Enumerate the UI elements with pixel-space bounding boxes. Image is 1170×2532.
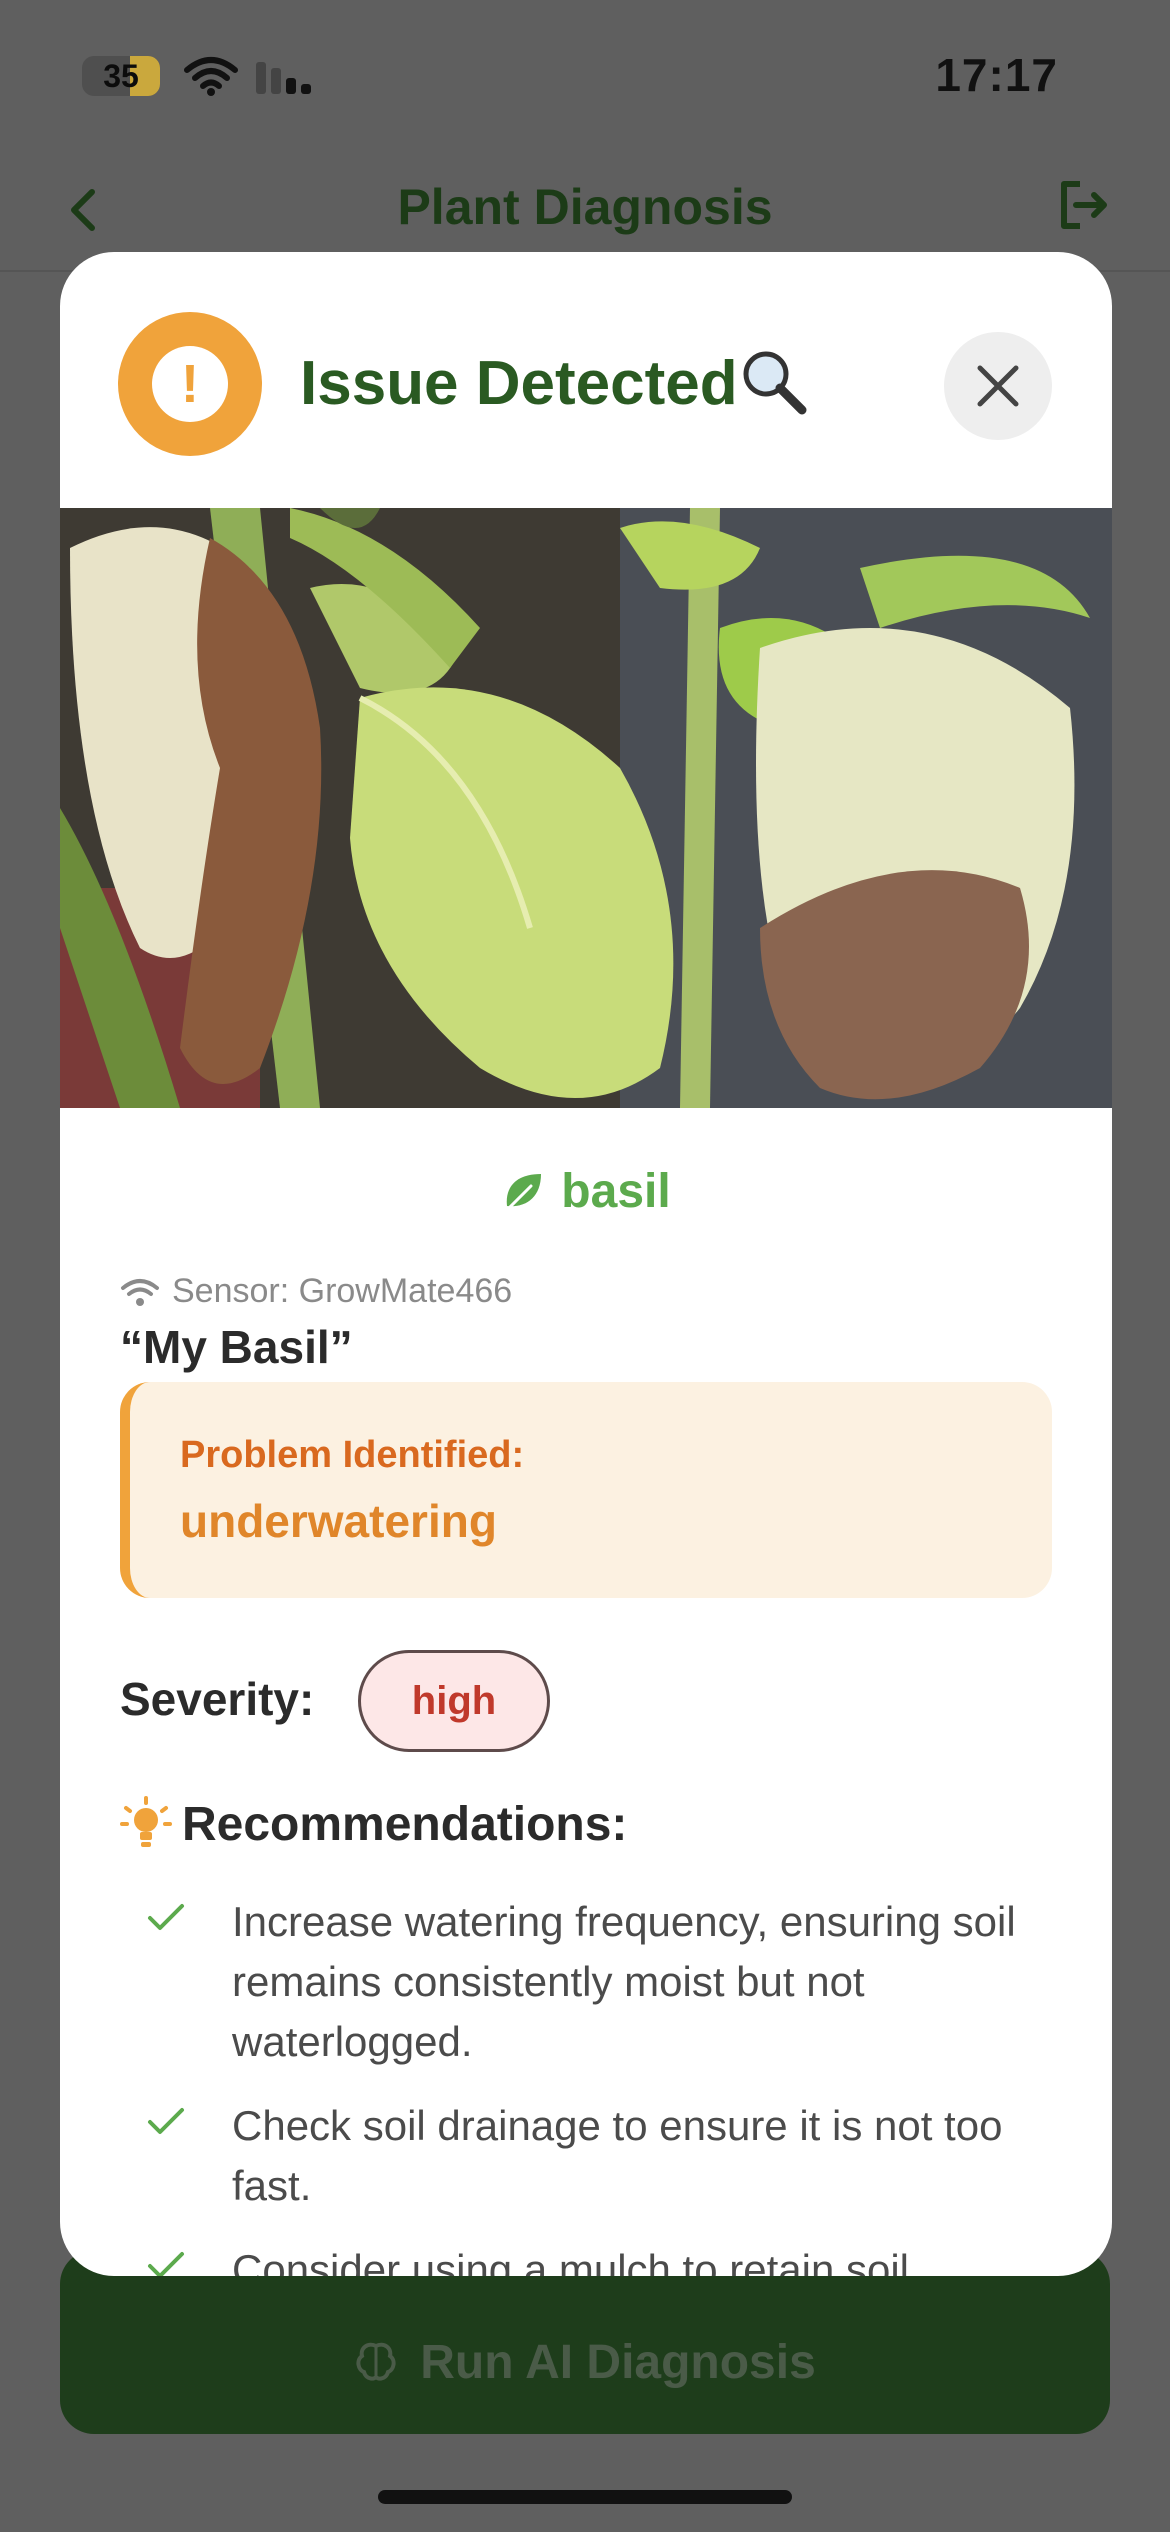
- severity-badge: high: [358, 1650, 550, 1752]
- brain-icon: [356, 2342, 396, 2381]
- problem-label: Problem Identified:: [180, 1434, 525, 1476]
- list-item: Increase watering frequency, ensuring so…: [146, 1892, 1066, 2072]
- cellular-signal-icon: [256, 62, 311, 94]
- magnifying-glass-icon: [743, 351, 807, 415]
- close-button[interactable]: [944, 332, 1052, 440]
- diagnosis-modal: ! Issue Detected basil Sensor: GrowMate4…: [60, 252, 1112, 2276]
- severity-label: Severity:: [120, 1673, 315, 1725]
- lightbulb-icon: [120, 1796, 172, 1847]
- sensor-row: Sensor: GrowMate466: [120, 1272, 512, 1311]
- wifi-icon: [121, 1278, 159, 1306]
- sensor-name: Sensor: GrowMate466: [172, 1272, 513, 1310]
- modal-title: Issue Detected: [300, 349, 738, 418]
- plant-nickname: “My Basil”: [120, 1321, 353, 1373]
- recommendation-text: Check soil drainage to ensure it is not …: [232, 2102, 1003, 2209]
- plant-type-label: basil: [561, 1165, 671, 1218]
- battery-level: 35: [103, 58, 139, 94]
- battery-icon: 35: [82, 56, 160, 96]
- status-bar: 35 17:17: [0, 0, 1170, 150]
- leaf-icon: [503, 1173, 542, 1213]
- wifi-icon: [184, 57, 238, 96]
- list-item: Check soil drainage to ensure it is not …: [146, 2096, 1066, 2216]
- close-icon: [977, 365, 1019, 407]
- recommendation-text: Increase watering frequency, ensuring so…: [232, 1898, 1016, 2065]
- checkmark-icon: [148, 2252, 184, 2276]
- plant-type: basil: [60, 1164, 1112, 1219]
- warning-badge: !: [118, 312, 262, 456]
- problem-value: underwatering: [180, 1495, 497, 1547]
- recommendations-header: Recommendations:: [120, 1796, 627, 1852]
- page-title: Plant Diagnosis: [397, 179, 773, 235]
- checkmark-icon: [148, 2108, 184, 2134]
- clock: 17:17: [935, 49, 1058, 101]
- run-ai-diagnosis-button[interactable]: Run AI Diagnosis: [60, 2250, 1110, 2434]
- logout-icon[interactable]: [1056, 178, 1110, 232]
- recommendations-list: Increase watering frequency, ensuring so…: [146, 1892, 1066, 2276]
- plant-photo: [60, 508, 1112, 1108]
- home-indicator: [378, 2490, 792, 2504]
- exclamation-icon: !: [152, 346, 228, 422]
- recommendations-title: Recommendations:: [182, 1797, 628, 1851]
- modal-header: ! Issue Detected: [60, 252, 1112, 508]
- checkmark-icon: [148, 1904, 184, 1930]
- recommendation-text: Consider using a mulch to retain soil: [232, 2246, 910, 2276]
- problem-card: Problem Identified: underwatering: [120, 1382, 1052, 1598]
- run-button-label: Run AI Diagnosis: [420, 2335, 816, 2389]
- list-item: Consider using a mulch to retain soil: [146, 2240, 1066, 2276]
